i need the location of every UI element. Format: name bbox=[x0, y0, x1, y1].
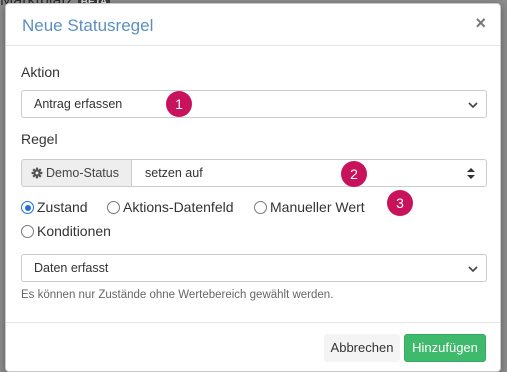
close-button[interactable]: × bbox=[475, 14, 486, 32]
radio-zustand-label: Zustand bbox=[37, 199, 88, 215]
annotation-marker-1: 1 bbox=[166, 91, 192, 117]
zustand-select-value: Daten erfasst bbox=[34, 261, 109, 275]
annotation-marker-2: 2 bbox=[341, 161, 367, 187]
aktion-label: Aktion bbox=[21, 64, 60, 80]
regel-label: Regel bbox=[21, 131, 58, 147]
regel-input-group: Demo-Status setzen auf bbox=[21, 159, 487, 187]
regel-addon-label: Demo-Status bbox=[46, 166, 119, 180]
radio-unchecked-icon bbox=[21, 225, 34, 238]
add-button[interactable]: Hinzufügen bbox=[404, 334, 486, 362]
sort-updown-icon bbox=[467, 168, 475, 179]
zustand-select[interactable]: Daten erfasst bbox=[21, 254, 487, 282]
regel-addon: Demo-Status bbox=[21, 159, 132, 187]
chevron-down-icon bbox=[468, 102, 478, 109]
aktion-select-value: Antrag erfassen bbox=[34, 97, 123, 111]
gear-icon bbox=[31, 167, 43, 179]
dialog-footer: Abbrechen Hinzufügen bbox=[6, 322, 500, 372]
chevron-down-icon bbox=[468, 266, 478, 273]
dialog-title: Neue Statusregel bbox=[22, 16, 154, 35]
radio-manueller-wert-label: Manueller Wert bbox=[270, 199, 365, 215]
help-text: Es können nur Zustände ohne Wertebereich… bbox=[21, 289, 334, 301]
radio-konditionen-label: Konditionen bbox=[37, 223, 111, 239]
regel-operator-select[interactable]: setzen auf bbox=[131, 159, 487, 187]
annotation-marker-3: 3 bbox=[387, 190, 413, 216]
radio-unchecked-icon bbox=[107, 201, 120, 214]
radio-checked-icon bbox=[21, 201, 34, 214]
status-rule-dialog: Neue Statusregel × Aktion Antrag erfasse… bbox=[5, 3, 501, 372]
radio-aktions-datenfeld-label: Aktions-Datenfeld bbox=[123, 199, 234, 215]
radio-unchecked-icon bbox=[254, 201, 267, 214]
aktion-select[interactable]: Antrag erfassen bbox=[21, 90, 487, 118]
dialog-header: Neue Statusregel × bbox=[6, 4, 500, 46]
cancel-button[interactable]: Abbrechen bbox=[324, 334, 400, 362]
regel-operator-value: setzen auf bbox=[145, 166, 203, 180]
